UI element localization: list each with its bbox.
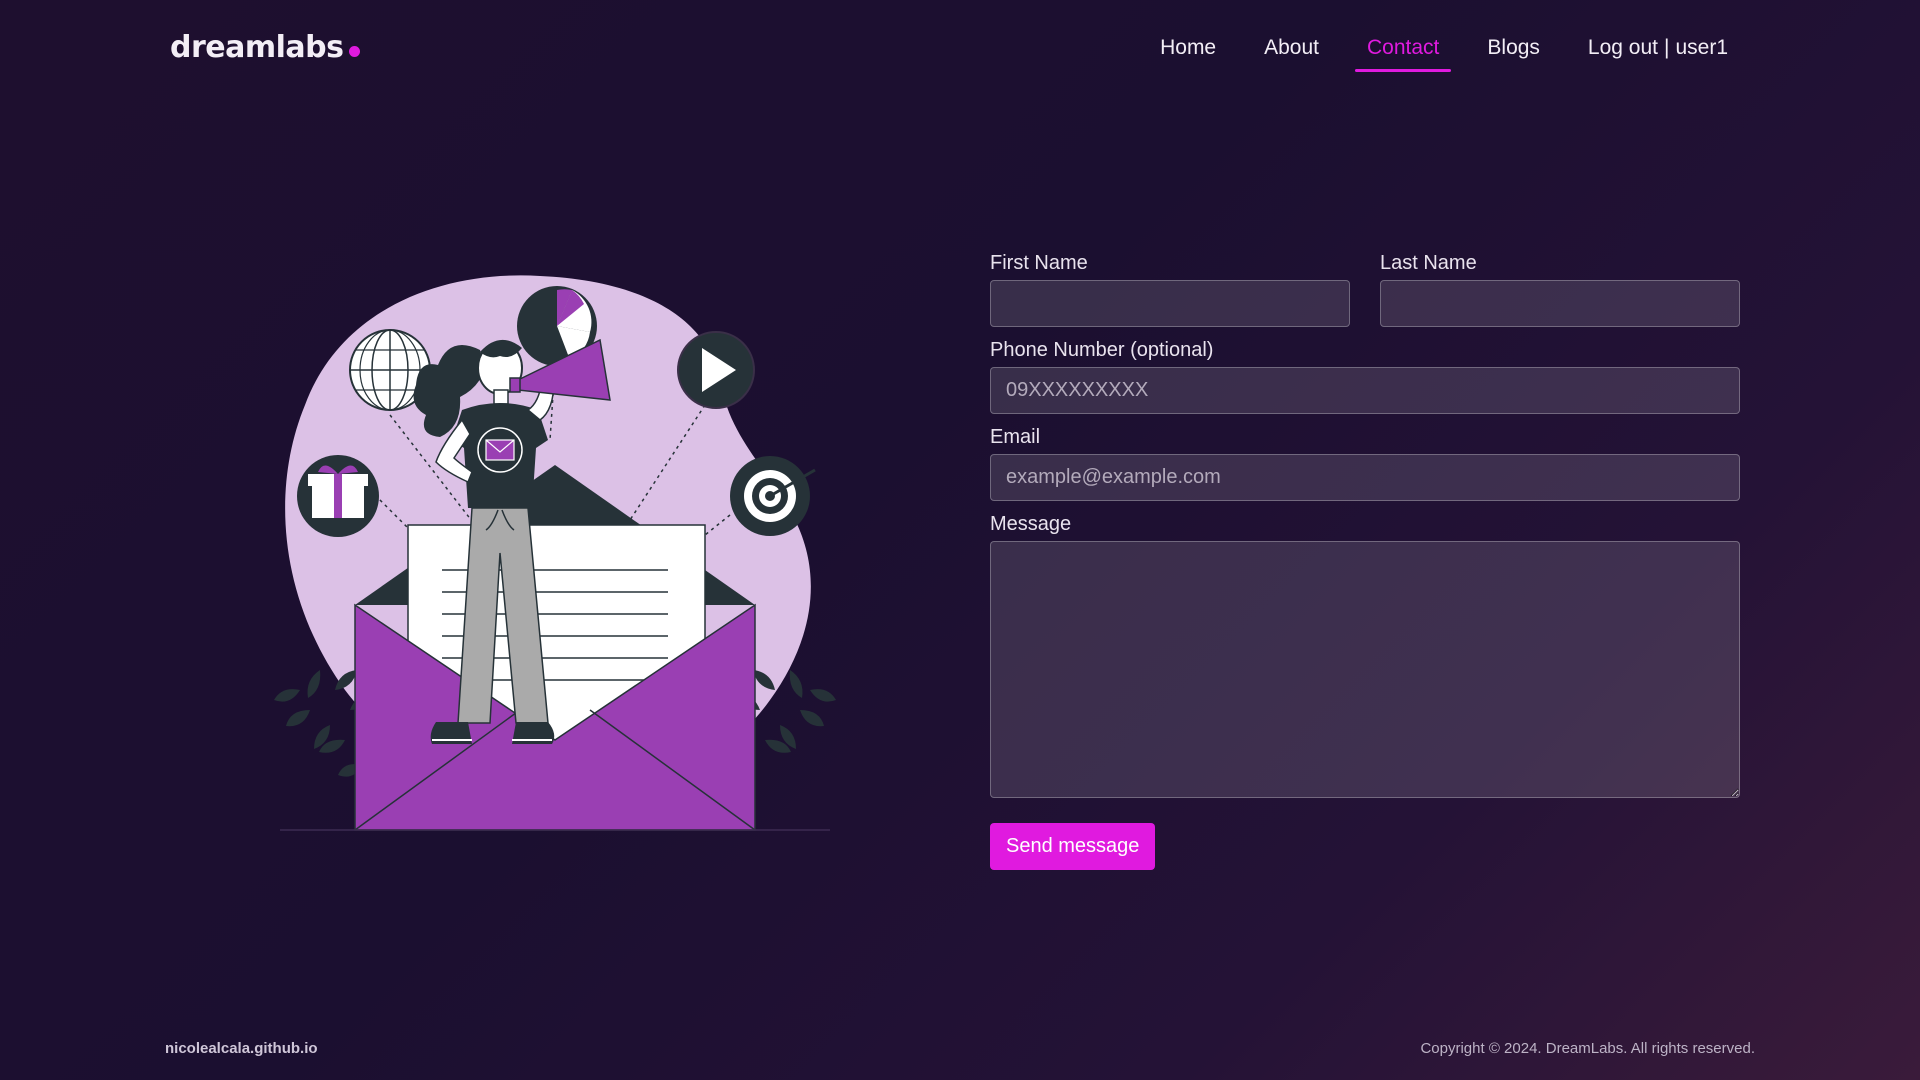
footer-copyright: Copyright © 2024. DreamLabs. All rights …	[1420, 1040, 1755, 1057]
phone-input[interactable]	[990, 367, 1740, 414]
email-label: Email	[990, 426, 1041, 448]
nav-contact-link[interactable]: Contact	[1355, 36, 1452, 72]
nav-user-area: Log out | user1	[1576, 36, 1740, 72]
nav-home-link[interactable]: Home	[1148, 36, 1228, 72]
message-textarea[interactable]	[990, 541, 1740, 798]
logout-link[interactable]: Log out	[1588, 36, 1658, 60]
phone-label: Phone Number (optional)	[990, 339, 1214, 361]
nav-separator: |	[1664, 36, 1670, 59]
contact-form: First Name Last Name Phone Number (optio…	[990, 252, 1740, 870]
brand-name: dreamlabs	[170, 30, 344, 65]
phone-field-group: Phone Number (optional)	[990, 339, 1740, 414]
gift-icon	[297, 455, 379, 537]
last-name-input[interactable]	[1380, 280, 1740, 327]
play-icon	[677, 331, 755, 409]
username-link[interactable]: user1	[1675, 36, 1728, 60]
contact-illustration	[274, 275, 836, 831]
last-name-field-group: Last Name	[1380, 252, 1740, 327]
nav-blogs-link[interactable]: Blogs	[1475, 36, 1552, 72]
email-input[interactable]	[990, 454, 1740, 501]
brand-dot	[349, 46, 361, 57]
send-message-button[interactable]: Send message	[990, 823, 1156, 870]
brand-logo[interactable]: dreamlabs	[170, 30, 361, 65]
message-label: Message	[990, 513, 1072, 535]
email-field-group: Email	[990, 426, 1740, 501]
top-navigation: Home About Contact Blogs Log out | user1	[1124, 36, 1740, 72]
first-name-input[interactable]	[990, 280, 1350, 327]
first-name-field-group: First Name	[990, 252, 1350, 327]
last-name-label: Last Name	[1380, 252, 1477, 274]
nav-about-link[interactable]: About	[1252, 36, 1331, 72]
footer-site-link[interactable]: nicolealcala.github.io	[165, 1040, 318, 1057]
message-field-group: Message	[990, 513, 1740, 803]
target-icon	[730, 456, 816, 536]
first-name-label: First Name	[990, 252, 1088, 274]
